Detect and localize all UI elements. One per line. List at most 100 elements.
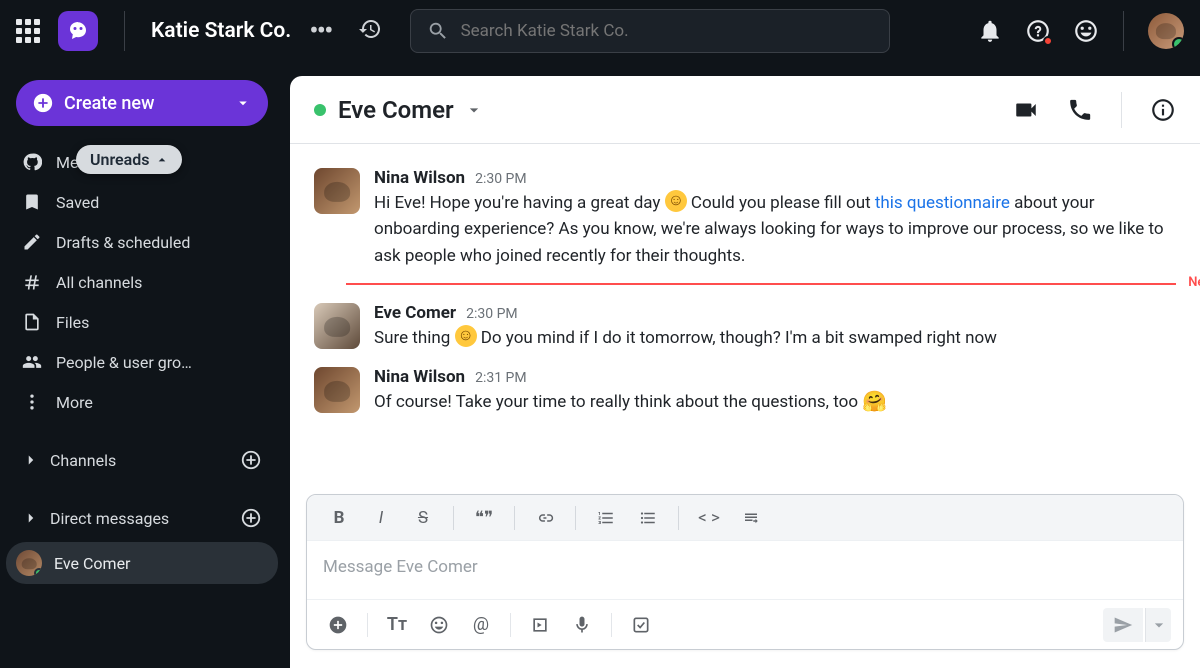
sidebar-item-all-channels[interactable]: All channels: [8, 262, 276, 302]
message-row[interactable]: Eve Comer 2:30 PM Sure thing Do you mind…: [290, 295, 1200, 359]
chat-title-text: Eve Comer: [338, 96, 454, 124]
plus-circle-outline-icon[interactable]: [240, 449, 262, 471]
divider: [453, 506, 454, 530]
send-options-button[interactable]: [1145, 608, 1171, 642]
message-row[interactable]: Nina Wilson 2:31 PM Of course! Take your…: [290, 359, 1200, 423]
new-label: New: [1188, 275, 1200, 290]
video-icon[interactable]: [1013, 97, 1039, 123]
sidebar-item-files[interactable]: Files: [8, 302, 276, 342]
quote-button[interactable]: ❝❞: [466, 502, 502, 534]
message-author: Eve Comer: [374, 303, 456, 323]
questionnaire-link[interactable]: this questionnaire: [875, 193, 1010, 213]
more-label: More: [56, 393, 93, 412]
sidebar-item-people[interactable]: People & user gro…: [8, 342, 276, 382]
drafts-label: Drafts & scheduled: [56, 233, 190, 252]
audio-record-button[interactable]: [563, 608, 601, 642]
divider: [611, 613, 612, 637]
message-time: 2:31 PM: [475, 370, 527, 386]
divider: [367, 613, 368, 637]
mention-button[interactable]: @: [462, 608, 500, 642]
smile-emoji-icon: [455, 325, 477, 347]
ordered-list-button[interactable]: [588, 502, 624, 534]
unreads-label: Unreads: [90, 150, 150, 169]
link-button[interactable]: [527, 502, 563, 534]
emoji-icon[interactable]: [1073, 18, 1099, 44]
saved-label: Saved: [56, 193, 99, 212]
section-header-dms[interactable]: Direct messages: [8, 498, 276, 538]
chat-header: Eve Comer: [290, 76, 1200, 144]
create-new-button[interactable]: Create new: [16, 80, 268, 126]
chat-title[interactable]: Eve Comer: [338, 96, 484, 124]
plus-circle-outline-icon[interactable]: [240, 507, 262, 529]
topbar: Katie Stark Co. •••: [0, 0, 1200, 62]
help-notification-dot: [1043, 36, 1053, 46]
sidebar-item-drafts[interactable]: Drafts & scheduled: [8, 222, 276, 262]
sidebar-item-mentions[interactable]: Mentioned ti… Unreads: [8, 142, 276, 182]
search-bar[interactable]: [410, 9, 890, 53]
unreads-pill[interactable]: Unreads: [76, 145, 182, 174]
sidebar-item-saved[interactable]: Saved: [8, 182, 276, 222]
divider: [678, 506, 679, 530]
code-button[interactable]: < >: [691, 502, 727, 534]
strikethrough-button[interactable]: S: [405, 502, 441, 534]
notifications-icon[interactable]: [977, 18, 1003, 44]
hug-emoji-icon: [862, 389, 884, 411]
hash-search-icon: [22, 272, 42, 292]
nav-list: Mentioned ti… Unreads Saved Drafts & sch…: [0, 142, 284, 422]
attach-button[interactable]: [319, 608, 357, 642]
create-new-label: Create new: [64, 93, 154, 114]
apps-grid-icon[interactable]: [16, 19, 40, 43]
codeblock-button[interactable]: [733, 502, 769, 534]
dm-item-active[interactable]: Eve Comer: [6, 542, 278, 584]
message-body: Nina Wilson 2:31 PM Of course! Take your…: [374, 367, 1176, 415]
search-icon: [427, 20, 449, 42]
bold-button[interactable]: B: [321, 502, 357, 534]
more-icon[interactable]: •••: [309, 14, 331, 47]
divider: [575, 506, 576, 530]
send-button[interactable]: [1103, 608, 1143, 642]
divider: [1121, 92, 1122, 128]
brand-logo[interactable]: [58, 11, 98, 51]
message-body: Eve Comer 2:30 PM Sure thing Do you mind…: [374, 303, 1176, 351]
divider: [514, 506, 515, 530]
presence-indicator: [314, 104, 326, 116]
shortcut-button[interactable]: [622, 608, 660, 642]
chat-pane: Eve Comer Nina Wilson 2:30 PM: [290, 76, 1200, 668]
message-text: Hi Eve! Hope you're having a great day C…: [374, 190, 1176, 269]
presence-indicator: [34, 568, 42, 576]
message-author: Nina Wilson: [374, 168, 465, 188]
divider: [510, 613, 511, 637]
chevron-down-icon: [464, 100, 484, 120]
user-avatar[interactable]: [1148, 13, 1184, 49]
file-icon: [22, 312, 42, 332]
plus-circle-icon: [32, 92, 54, 114]
divider: [124, 11, 125, 51]
info-icon[interactable]: [1150, 97, 1176, 123]
italic-button[interactable]: I: [363, 502, 399, 534]
people-icon: [22, 352, 42, 372]
chevron-up-icon: [154, 152, 170, 168]
bulleted-list-button[interactable]: [630, 502, 666, 534]
message-input[interactable]: Message Eve Comer: [307, 541, 1183, 599]
workspace-name[interactable]: Katie Stark Co.: [151, 19, 291, 43]
sidebar-item-more[interactable]: More: [8, 382, 276, 422]
history-icon[interactable]: [358, 17, 382, 45]
emoji-picker-button[interactable]: [420, 608, 458, 642]
message-row[interactable]: Nina Wilson 2:30 PM Hi Eve! Hope you're …: [290, 160, 1200, 277]
help-icon[interactable]: [1025, 18, 1051, 44]
body: Create new Mentioned ti… Unreads Saved D…: [0, 62, 1200, 668]
chat-header-actions: [1013, 92, 1176, 128]
message-text: Of course! Take your time to really thin…: [374, 389, 1176, 415]
topbar-right: [977, 11, 1184, 51]
dm-avatar: [16, 550, 42, 576]
dms-label: Direct messages: [50, 509, 169, 528]
phone-icon[interactable]: [1067, 97, 1093, 123]
people-label: People & user gro…: [56, 353, 192, 372]
section-header-channels[interactable]: Channels: [8, 440, 276, 480]
video-clip-button[interactable]: [521, 608, 559, 642]
search-input[interactable]: [461, 21, 873, 41]
message-avatar: [314, 168, 360, 214]
message-avatar: [314, 367, 360, 413]
text-formatting-toggle[interactable]: Tт: [378, 608, 416, 642]
composer-bottom-toolbar: Tт @: [307, 599, 1183, 649]
